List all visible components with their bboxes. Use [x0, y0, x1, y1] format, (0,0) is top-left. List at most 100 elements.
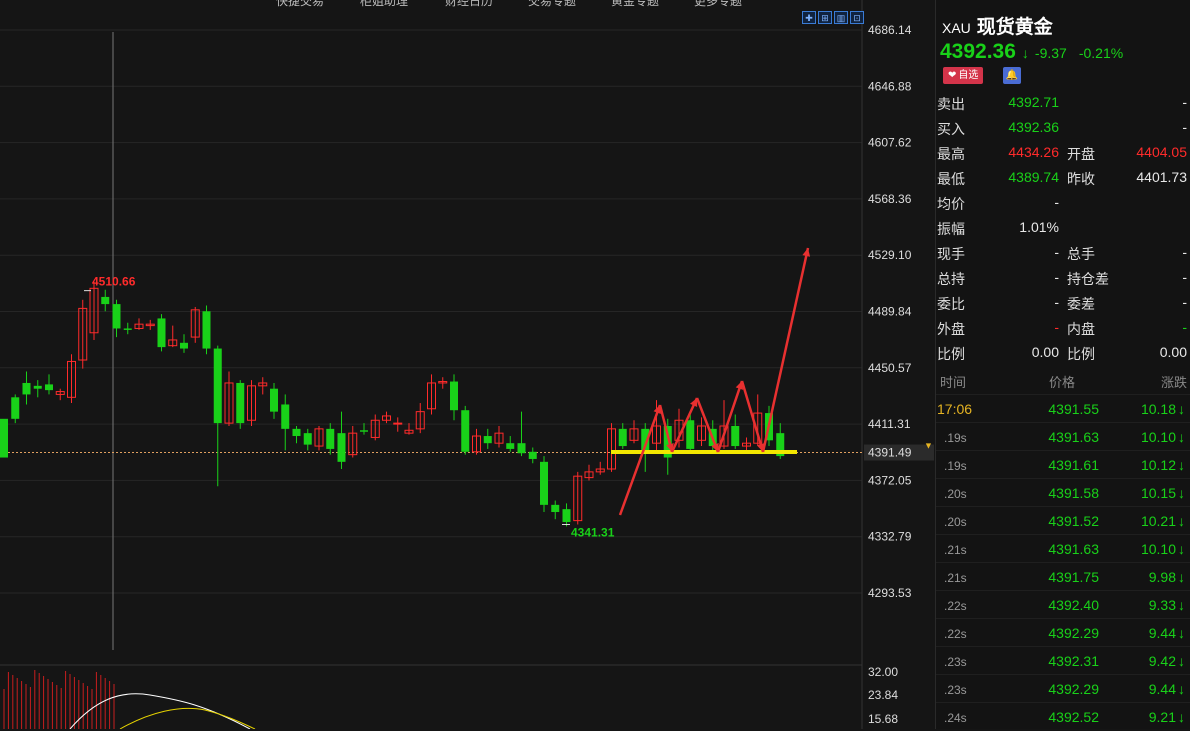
tick-row[interactable]: .22s 4392.40 9.33 ↓	[936, 590, 1190, 619]
tick-time: .22s	[944, 599, 967, 613]
tick-row[interactable]: .19s 4391.61 10.12 ↓	[936, 450, 1190, 479]
kline-chart-area[interactable]: 4686.14 4646.88 4607.62 4568.36 4529.10 4489.…	[0, 0, 935, 729]
chart-tool-icons: ✚ ⊞ ▥ ⊡	[802, 11, 864, 24]
alert-button[interactable]: 🔔	[1003, 67, 1021, 84]
tick-time: .20s	[944, 515, 967, 529]
toolbar-item[interactable]: 快捷交易	[276, 0, 324, 9]
quote-label: 最低	[937, 171, 965, 187]
quote-value: -	[1054, 294, 1059, 310]
quote-value: 0.00	[1031, 344, 1059, 360]
tick-price: 4391.75	[1048, 569, 1099, 585]
candle-body	[33, 385, 42, 389]
tick-change-value: 10.18	[1140, 401, 1176, 417]
instrument-header: XAU 现货黄金	[942, 12, 1053, 39]
candle-body	[506, 443, 515, 449]
candle-body	[618, 428, 627, 447]
quote-value: 4389.74	[1008, 169, 1059, 185]
arrow-down-icon: ↓	[1178, 401, 1185, 417]
candle-body	[393, 422, 403, 425]
candle-body	[360, 430, 368, 432]
candle-body	[483, 436, 492, 444]
tick-row[interactable]: .22s 4392.29 9.44 ↓	[936, 618, 1190, 647]
tick-price: 4392.52	[1048, 709, 1099, 725]
candle-body	[0, 418, 8, 458]
price-row: 4392.36 ↓ -9.37 -0.21%	[940, 40, 1123, 64]
layout-icon[interactable]: ▥	[834, 11, 848, 24]
tick-row[interactable]: 17:06 4391.55 10.18 ↓	[936, 394, 1190, 423]
tick-row[interactable]: .20s 4391.58 10.15 ↓	[936, 478, 1190, 507]
arrow-down-icon: ↓	[1178, 485, 1185, 501]
toolbar-item[interactable]: 财经日历	[445, 0, 493, 9]
tick-row[interactable]: .21s 4391.63 10.10 ↓	[936, 534, 1190, 563]
tick-change-value: 10.21	[1140, 513, 1176, 529]
tick-price: 4391.63	[1048, 429, 1099, 445]
draw-icon[interactable]: ⊞	[818, 11, 832, 24]
tick-price: 4391.58	[1048, 485, 1099, 501]
tick-table-header: 时间 价格 涨跌	[936, 370, 1190, 390]
annotation-arrow	[695, 397, 720, 453]
tick-change-value: 9.42	[1148, 653, 1176, 669]
add-favorite-button[interactable]: ❤ 自选	[943, 67, 984, 84]
tick-change: 10.10 ↓	[1141, 429, 1185, 445]
price-change: -9.37	[1034, 45, 1067, 61]
candle-body	[213, 348, 222, 424]
tick-price: 4391.61	[1048, 457, 1099, 473]
candle-body	[562, 509, 571, 523]
toolbar-item[interactable]: 黄金专题	[611, 0, 659, 9]
candle-body	[337, 433, 346, 462]
quote-value-2: -	[1182, 319, 1187, 335]
zoom-icon[interactable]: ⊡	[850, 11, 864, 24]
quote-row: 均价 -	[936, 189, 1190, 214]
tick-row[interactable]: .23s 4392.31 9.42 ↓	[936, 646, 1190, 675]
crosshair-icon[interactable]: ✚	[802, 11, 816, 24]
candle-body	[270, 388, 278, 412]
candle-body	[292, 428, 301, 437]
candlestick-chart[interactable]: 4686.14 4646.88 4607.62 4568.36 4529.10 4489.…	[0, 0, 935, 729]
quote-row: 比例 0.00 比例 0.00	[936, 339, 1190, 364]
header-price: 价格	[1049, 375, 1076, 390]
toolbar-item[interactable]: 交易专题	[528, 0, 576, 9]
y-axis-label: 4450.57	[868, 361, 912, 375]
tick-row[interactable]: .20s 4391.52 10.21 ↓	[936, 506, 1190, 535]
tick-time: .21s	[944, 571, 967, 585]
quote-value-2: -	[1182, 269, 1187, 285]
tick-row[interactable]: .24s 4392.52 9.21 ↓	[936, 702, 1190, 731]
tick-time: 17:06	[937, 401, 973, 417]
quote-row: 总持 - 持仓差 -	[936, 264, 1190, 289]
tick-change-value: 10.15	[1140, 485, 1176, 501]
quote-label-2: 比例	[1067, 346, 1095, 362]
candle-body	[540, 461, 548, 505]
quote-label-2: 委差	[1067, 296, 1095, 312]
candle-body	[281, 404, 290, 429]
candle-body	[157, 318, 166, 348]
tick-change: 10.21 ↓	[1141, 513, 1185, 529]
tick-price: 4392.29	[1048, 625, 1099, 641]
tick-time: .21s	[944, 543, 967, 557]
tick-row[interactable]: .19s 4391.63 10.10 ↓	[936, 422, 1190, 451]
candle-body	[123, 328, 132, 330]
quote-label: 比例	[937, 346, 965, 362]
tick-row[interactable]: .23s 4392.29 9.44 ↓	[936, 674, 1190, 703]
quote-label: 最高	[937, 146, 965, 162]
tick-time: .22s	[944, 627, 967, 641]
tick-change-value: 10.12	[1140, 457, 1176, 473]
arrow-down-icon: ↓	[1178, 541, 1185, 557]
candle-body	[528, 451, 537, 459]
arrow-down-icon: ↓	[1178, 457, 1185, 473]
quote-row: 最高 4434.26 开盘 4404.05	[936, 139, 1190, 164]
quote-label: 总持	[937, 271, 965, 287]
arrow-down-icon: ↓	[1178, 513, 1185, 529]
tick-price: 4391.55	[1048, 401, 1099, 417]
toolbar-item[interactable]: 柜姐助理	[360, 0, 408, 9]
toolbar-item[interactable]: 更多专题	[694, 0, 742, 9]
y-axis-label: 4568.36	[868, 192, 912, 206]
tick-change: 9.33 ↓	[1149, 597, 1185, 613]
tick-row[interactable]: .21s 4391.75 9.98 ↓	[936, 562, 1190, 591]
y-axis-label: 4372.05	[868, 473, 912, 487]
quote-label: 现手	[937, 246, 965, 262]
tick-change-value: 9.33	[1148, 597, 1176, 613]
y-axis-label: 4686.14	[868, 23, 912, 37]
quote-value: -	[1054, 194, 1059, 210]
tick-price: 4392.40	[1048, 597, 1099, 613]
quote-row: 振幅 1.01%	[936, 214, 1190, 239]
